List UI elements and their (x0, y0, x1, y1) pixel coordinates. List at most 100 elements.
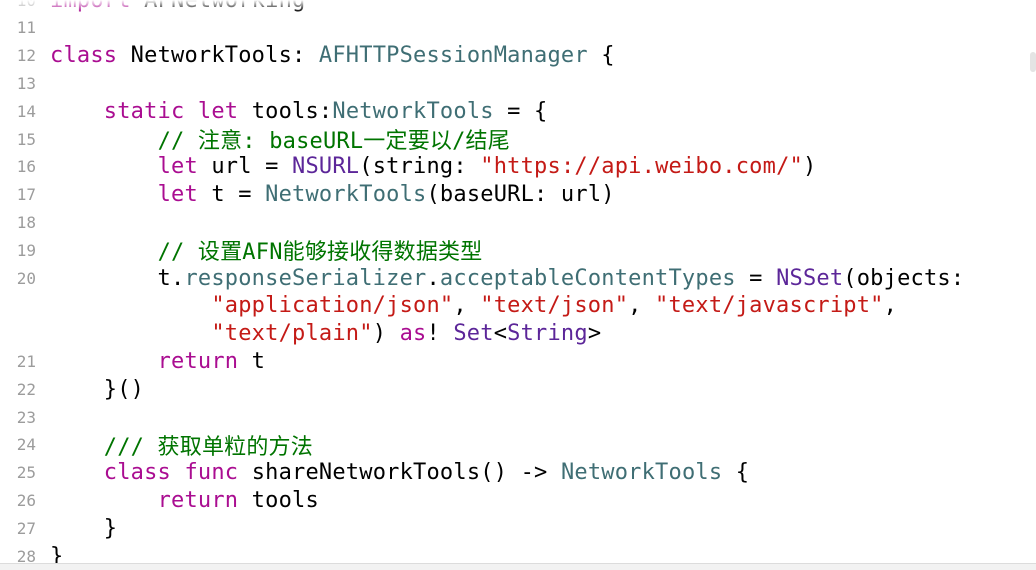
code-token: AFHTTPSessionManager (318, 43, 588, 69)
code-text: let url = NSURL(string: "https://api.wei… (50, 154, 817, 180)
code-token: ) (802, 154, 817, 180)
code-token: /// 获取单粒的方法 (103, 434, 313, 460)
code-line[interactable]: 17 let t = NetworkTools(baseURL: url) (0, 181, 1036, 209)
code-token: return (157, 487, 239, 513)
code-token: func (184, 460, 239, 486)
code-line[interactable]: 18 (0, 208, 1036, 236)
editor-bottom-edge (0, 563, 1036, 570)
code-text: static let tools:NetworkTools = { (50, 99, 548, 124)
code-token: NSURL (292, 154, 360, 180)
code-line[interactable]: 14 static let tools:NetworkTools = { (0, 97, 1036, 125)
code-token: String (507, 321, 588, 347)
code-line[interactable]: 12 class NetworkTools: AFHTTPSessionManag… (0, 42, 1036, 70)
code-line[interactable]: "text/plain") as! Set<String> (0, 320, 1036, 348)
line-number: 16 (16, 157, 36, 177)
code-token: let (197, 98, 239, 124)
code-text: "application/json", "text/json", "text/j… (50, 293, 897, 318)
code-token: acceptableContentTypes (439, 265, 736, 291)
line-number: 27 (16, 518, 36, 538)
code-token: class (50, 43, 118, 69)
code-line[interactable]: 13 (0, 69, 1036, 97)
code-line[interactable]: 21 return t (0, 347, 1036, 375)
code-line[interactable]: 27 } (0, 514, 1036, 542)
code-text: let t = NetworkTools(baseURL: url) (50, 182, 615, 207)
code-token: , (628, 293, 656, 319)
code-token: let (157, 182, 198, 208)
code-token: = { (493, 98, 548, 124)
code-token: < (493, 321, 508, 347)
code-token: }() (50, 376, 145, 402)
line-number: 23 (16, 407, 36, 427)
code-token: (string: (359, 154, 481, 180)
code-text: class NetworkTools: AFHTTPSessionManager… (50, 43, 615, 68)
code-editor[interactable]: 10import AFNetworking1112class NetworkTo… (0, 0, 1036, 570)
line-number: 26 (16, 490, 36, 510)
code-text: }() (50, 377, 144, 402)
code-text: return tools (50, 488, 319, 513)
code-token: t = (197, 182, 266, 208)
code-token: NetworkTools (560, 460, 723, 486)
code-token: static (103, 98, 185, 124)
line-number: 13 (16, 73, 36, 93)
code-token: t (238, 348, 266, 374)
line-number: 21 (16, 351, 36, 371)
code-token: "application/json" (211, 293, 454, 319)
code-line[interactable]: 26 return tools (0, 486, 1036, 514)
code-token: . (426, 265, 440, 291)
code-token: url = (197, 154, 293, 180)
code-token: "text/javascript" (655, 293, 884, 319)
code-line[interactable]: 16 let url = NSURL(string: "https://api.… (0, 153, 1036, 181)
code-line[interactable]: 25 class func shareNetworkTools() -> Net… (0, 459, 1036, 487)
code-token: , (453, 293, 481, 319)
line-number: 14 (16, 101, 36, 121)
code-text: t.responseSerializer.acceptableContentTy… (50, 265, 965, 291)
code-token: } (50, 515, 118, 541)
code-token: tools: (238, 98, 333, 124)
code-line[interactable]: 19 // 设置AFN能够接收得数据类型 (0, 234, 1036, 266)
code-token: return (157, 348, 239, 374)
code-token: = (735, 265, 777, 291)
line-number: 11 (16, 18, 36, 38)
line-number: 12 (16, 46, 36, 66)
code-line[interactable]: 15 // 注意: baseURL一定要以/结尾 (0, 123, 1036, 155)
scrollbar-thumb[interactable] (1030, 52, 1036, 72)
code-token: // 设置AFN能够接收得数据类型 (157, 240, 483, 266)
code-line[interactable]: 23 (0, 403, 1036, 431)
code-text: // 注意: baseURL一定要以/结尾 (50, 123, 510, 155)
code-token: let (157, 154, 198, 180)
code-token: ) (372, 321, 400, 347)
code-text: // 设置AFN能够接收得数据类型 (50, 234, 483, 266)
code-token: "https://api.weibo.com/" (480, 154, 803, 180)
code-line[interactable]: 20 t.responseSerializer.acceptableConten… (0, 264, 1036, 292)
code-token: as (399, 321, 427, 347)
code-token: (baseURL: url) (426, 182, 615, 208)
code-line[interactable]: 22 }() (0, 375, 1036, 403)
code-line[interactable]: 24 /// 获取单粒的方法 (0, 429, 1036, 461)
code-token: ! (426, 321, 454, 347)
code-line[interactable]: 11 (0, 14, 1036, 42)
code-token: > (587, 321, 602, 347)
code-token: NetworkTools (332, 98, 494, 124)
code-token: NSSet (776, 265, 844, 291)
code-token: "text/json" (480, 293, 629, 319)
code-token: NetworkTools (265, 182, 427, 208)
code-token: "text/plain" (211, 321, 373, 347)
code-token: { (722, 460, 750, 486)
code-text: class func shareNetworkTools() -> Networ… (50, 460, 749, 485)
code-token: tools (238, 487, 319, 513)
line-number: 17 (16, 185, 36, 205)
top-fade (0, 0, 1036, 12)
code-text: /// 获取单粒的方法 (50, 429, 313, 461)
code-line[interactable]: "application/json", "text/json", "text/j… (0, 292, 1036, 320)
code-token: Set (453, 321, 494, 347)
code-text: "text/plain") as! Set<String> (50, 321, 601, 346)
